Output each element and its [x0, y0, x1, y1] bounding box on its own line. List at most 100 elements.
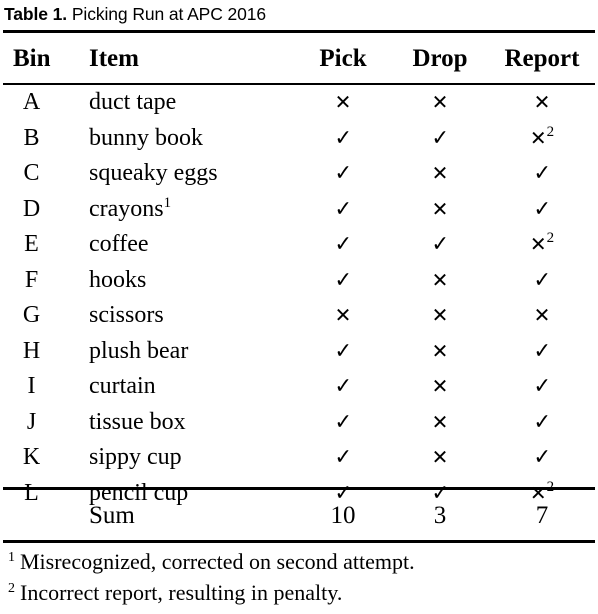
cell-pick: ✓ — [295, 156, 391, 192]
footnote-2-text: Incorrect report, resulting in penalty. — [20, 580, 343, 605]
check-icon: ✓ — [431, 232, 449, 257]
cell-drop: ✕ — [391, 298, 489, 334]
mark-wrapper: ✕ — [432, 264, 449, 298]
mark-wrapper: ✓ — [533, 157, 551, 191]
cell-pick: ✓ — [295, 121, 391, 157]
mark-wrapper: ✓ — [533, 193, 551, 227]
mark-wrapper: ✓ — [334, 370, 352, 404]
cross-icon: ✕ — [431, 303, 449, 327]
item-footnote-marker: 1 — [163, 194, 172, 211]
cell-bin: K — [22, 444, 41, 470]
table-row: Ecoffee ✓ ✓ ✕2 — [3, 227, 595, 263]
footnote-1-text: Misrecognized, corrected on second attem… — [20, 549, 415, 574]
mark-wrapper: ✕ — [432, 441, 449, 475]
cell-pick: ✓ — [295, 440, 391, 476]
mark-wrapper: ✕ — [432, 299, 449, 333]
cell-pick: ✓ — [295, 405, 391, 441]
item-label: coffee — [89, 231, 149, 257]
table-summary-row: Sum 10 3 7 — [3, 490, 595, 542]
mark-wrapper: ✓ — [334, 193, 352, 227]
cell-report: ✓ — [489, 192, 595, 228]
column-header-bin: Bin — [13, 45, 51, 72]
cross-icon: ✕ — [431, 374, 449, 398]
cell-bin: H — [22, 337, 41, 364]
cell-report: ✕ — [489, 85, 595, 121]
table-row: Csqueaky eggs ✓ ✕ ✓ — [3, 156, 595, 192]
table-row: Fhooks ✓ ✕ ✓ — [3, 263, 595, 299]
cell-report: ✓ — [489, 369, 595, 405]
cross-icon: ✕ — [334, 303, 352, 327]
check-icon: ✓ — [533, 409, 551, 435]
cell-bin: B — [23, 124, 40, 151]
table-summary: Sum 10 3 7 — [3, 490, 595, 540]
item-label: bunny book — [89, 124, 203, 151]
table-caption-label: Table 1. — [4, 4, 68, 24]
cell-bin: E — [24, 231, 39, 257]
mark-wrapper: ✕2 — [530, 228, 554, 262]
footnote-1: 1 Misrecognized, corrected on second atte… — [8, 546, 594, 577]
mark-wrapper: ✓ — [533, 335, 551, 369]
mark-wrapper: ✓ — [334, 264, 352, 298]
check-icon: ✓ — [533, 374, 551, 399]
cell-drop: ✕ — [391, 405, 489, 441]
cell-pick: ✓ — [295, 192, 391, 228]
mark-wrapper: ✕ — [432, 86, 449, 120]
check-icon: ✓ — [334, 445, 352, 470]
cell-bin: D — [22, 195, 41, 222]
mark-wrapper: ✕ — [534, 86, 551, 120]
cell-report: ✓ — [489, 156, 595, 192]
cell-bin: C — [23, 160, 40, 186]
mark-wrapper: ✕ — [432, 406, 449, 440]
cross-icon: ✕ — [431, 90, 449, 114]
item-label: plush bear — [89, 337, 189, 364]
check-icon: ✓ — [334, 267, 352, 293]
mark-wrapper: ✕ — [432, 193, 449, 227]
mark-wrapper: ✕ — [432, 335, 449, 369]
check-icon: ✓ — [334, 409, 352, 435]
mark-wrapper: ✓ — [533, 441, 551, 475]
cross-icon: ✕ — [431, 267, 449, 292]
cell-item: sippy cup — [79, 440, 295, 476]
table-row: Jtissue box ✓ ✕ ✓ — [3, 405, 595, 441]
mark-wrapper: ✓ — [334, 122, 352, 156]
cross-icon: ✕ — [533, 90, 551, 114]
cell-pick: ✕ — [295, 298, 391, 334]
cross-icon: ✕ — [431, 196, 449, 221]
cell-item: bunny book — [79, 121, 295, 157]
cell-item: duct tape — [79, 85, 295, 121]
cell-drop: ✓ — [391, 121, 489, 157]
cell-item: curtain — [79, 369, 295, 405]
summary-value-report: 7 — [535, 502, 549, 529]
cell-report: ✓ — [489, 263, 595, 299]
check-icon: ✓ — [533, 338, 551, 364]
cell-item: coffee — [79, 227, 295, 263]
check-icon: ✓ — [334, 196, 352, 222]
cell-report: ✓ — [489, 405, 595, 441]
cross-icon: ✕ — [431, 409, 449, 434]
mark-wrapper: ✕ — [432, 157, 449, 191]
mark-wrapper: ✓ — [334, 406, 352, 440]
cell-item: tissue box — [79, 405, 295, 441]
mark-footnote-marker: 2 — [546, 230, 555, 246]
table-row: Icurtain ✓ ✕ ✓ — [3, 369, 595, 405]
cell-bin: G — [22, 302, 41, 328]
check-icon: ✓ — [533, 161, 551, 186]
cross-icon: ✕ — [529, 125, 547, 150]
cell-bin: I — [27, 373, 36, 399]
cross-icon: ✕ — [334, 90, 352, 114]
mark-wrapper: ✓ — [334, 228, 352, 262]
column-header-report: Report — [504, 45, 580, 72]
cell-pick: ✓ — [295, 263, 391, 299]
cell-item: plush bear — [79, 334, 295, 370]
item-label: scissors — [89, 302, 164, 328]
cell-pick: ✓ — [295, 227, 391, 263]
cell-pick: ✓ — [295, 369, 391, 405]
table-caption: Table 1. Picking Run at APC 2016 — [4, 0, 594, 28]
cell-drop: ✕ — [391, 334, 489, 370]
check-icon: ✓ — [334, 338, 352, 364]
table-row: Dcrayons1 ✓ ✕ ✓ — [3, 192, 595, 228]
item-label: hooks — [89, 266, 147, 293]
table-row: Bbunny book ✓ ✓ ✕2 — [3, 121, 595, 157]
table-row: Hplush bear ✓ ✕ ✓ — [3, 334, 595, 370]
cell-drop: ✕ — [391, 192, 489, 228]
